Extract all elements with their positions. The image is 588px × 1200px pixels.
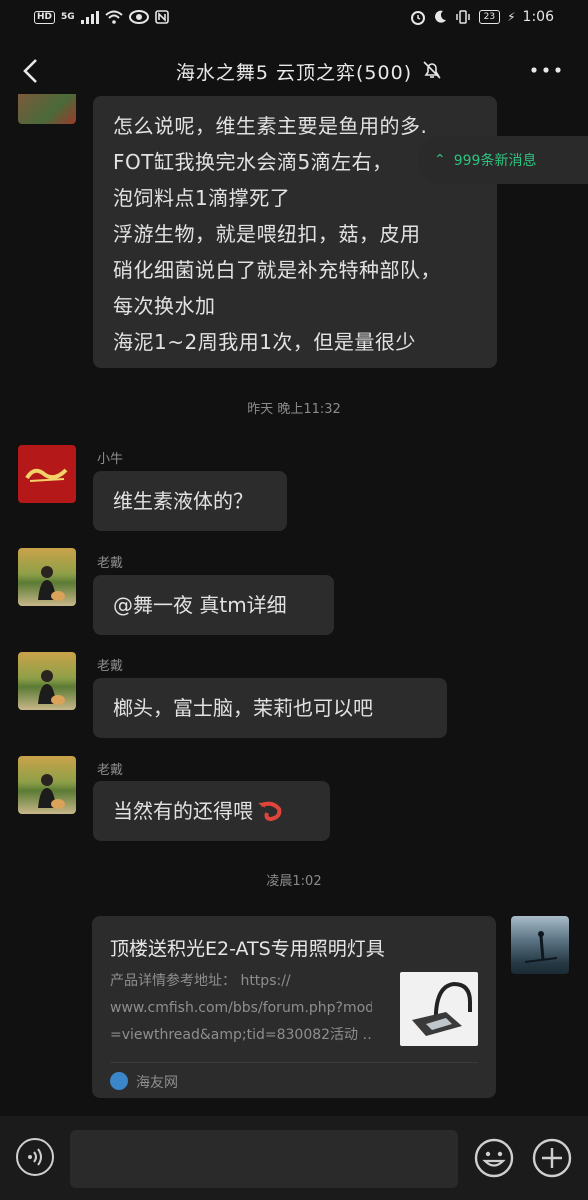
avatar-self[interactable]	[511, 916, 569, 974]
logo-icon	[25, 468, 68, 482]
message-input[interactable]	[70, 1130, 458, 1188]
network-label: 5G	[61, 12, 75, 22]
source-logo-icon	[110, 1072, 128, 1090]
vibrate-icon	[455, 10, 470, 24]
eye-icon	[128, 10, 149, 24]
lamp-product-icon	[412, 981, 472, 1036]
message-line: 每次换水加	[113, 294, 216, 318]
avatar-laodai[interactable]	[18, 548, 76, 606]
charging-icon: ⚡	[507, 10, 516, 24]
timestamp: 凌晨1:02	[266, 874, 322, 889]
wifi-icon	[105, 10, 123, 24]
link-card-desc-line: www.cmfish.com/bbs/forum.php?mod	[110, 1000, 372, 1016]
alarm-icon	[410, 11, 425, 25]
sender-name: 老戴	[97, 763, 124, 778]
avatar-xiaoniu[interactable]	[18, 445, 76, 503]
nfc-icon	[154, 10, 169, 24]
sender-name: 老戴	[97, 556, 124, 571]
link-card-title: 顶楼送积光E2-ATS专用照明灯具	[110, 938, 385, 960]
link-card-thumbnail	[400, 972, 478, 1046]
mute-bell-icon	[423, 61, 441, 79]
moon-icon	[434, 10, 446, 23]
sender-name: 小牛	[97, 452, 124, 467]
message-bubble[interactable]: 榔头，富士脑，茉莉也可以吧	[93, 678, 447, 738]
silhouette-icon	[524, 931, 558, 963]
timestamp: 昨天 晚上11:32	[247, 402, 341, 417]
message-line: 怎么说呢，维生素主要是鱼用的多.	[113, 114, 428, 138]
link-card-source: 海友网	[136, 1075, 178, 1091]
new-messages-banner[interactable]: ⌃ 999条新消息	[418, 136, 588, 184]
emoji-icon[interactable]	[474, 1138, 514, 1178]
link-card-description: 产品详情参考地址： https:// www.cmfish.com/bbs/fo…	[110, 968, 372, 1049]
group-name: 海水之舞5 云顶之弈(500)	[175, 62, 413, 84]
person-icon	[38, 774, 65, 809]
link-card[interactable]: 顶楼送积光E2-ATS专用照明灯具 产品详情参考地址： https:// www…	[92, 916, 496, 1098]
person-icon	[38, 670, 65, 705]
status-bar: HD 5G 23 ⚡ 1:06	[0, 0, 588, 36]
new-messages-label: 999条新消息	[453, 153, 537, 169]
add-more-icon[interactable]	[532, 1138, 572, 1178]
message-line: 海泥1~2周我用1次，但是量很少	[113, 330, 416, 354]
signal-icon	[80, 10, 99, 24]
battery-level: 23	[478, 10, 501, 24]
chat-title: 海水之舞5 云顶之弈(500)	[120, 58, 468, 85]
back-arrow-icon[interactable]	[20, 58, 42, 84]
message-text: 当然有的还得喂	[113, 799, 253, 823]
status-right: 23 ⚡ 1:06	[410, 9, 554, 25]
message-bubble[interactable]: 维生素液体的？	[93, 471, 287, 531]
avatar-top-partial[interactable]	[18, 94, 76, 124]
more-options-icon[interactable]	[528, 62, 564, 78]
message-line: 浮游生物，就是喂纽扣，菇，皮用	[113, 222, 421, 246]
message-bubble[interactable]: @舞一夜 真tm详细	[93, 575, 334, 635]
divider	[110, 1062, 478, 1063]
avatar-laodai[interactable]	[18, 652, 76, 710]
message-bubble[interactable]: 当然有的还得喂	[93, 781, 330, 841]
voice-input-button[interactable]	[16, 1138, 54, 1176]
link-card-desc-line: =viewthread&amp;tid=830082活动 …	[110, 1027, 372, 1043]
voice-icon	[28, 1148, 42, 1166]
sender-name: 老戴	[97, 659, 124, 674]
double-up-arrow-icon: ⌃	[434, 152, 446, 168]
status-left: HD 5G	[34, 10, 169, 24]
shrimp-emoji-icon	[258, 801, 282, 822]
message-line: 硝化细菌说白了就是补充特种部队，	[113, 258, 441, 282]
avatar-laodai[interactable]	[18, 756, 76, 814]
hd-badge: HD	[34, 10, 56, 24]
clock: 1:06	[522, 9, 554, 25]
person-icon	[38, 566, 65, 601]
link-card-desc-line: 产品详情参考地址： https://	[110, 973, 291, 989]
message-line: 泡饲料点1滴撑死了	[113, 186, 291, 210]
